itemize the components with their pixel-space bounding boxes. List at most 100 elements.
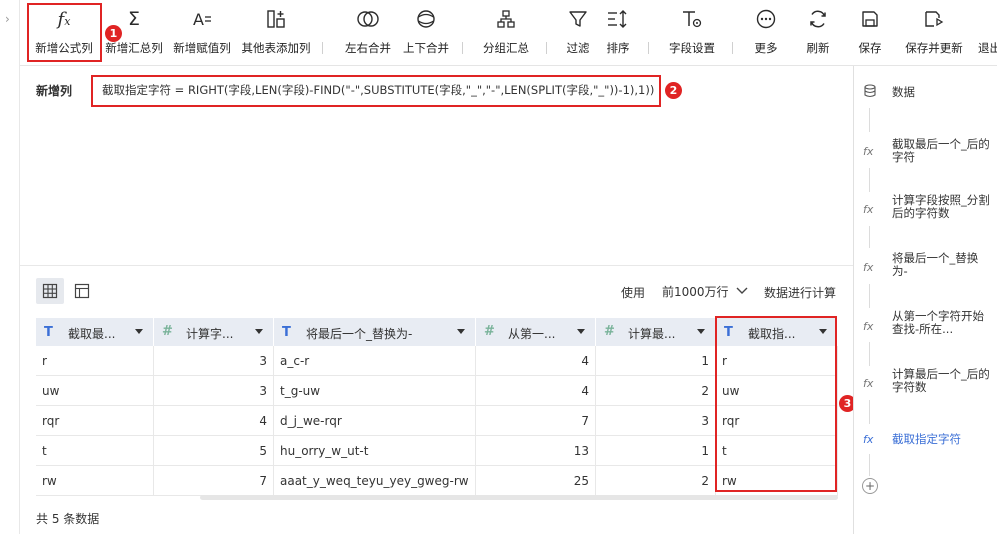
step-item[interactable]: fx 从第一个字符开始查找-所在...	[854, 310, 997, 340]
table-cell[interactable]: 13	[476, 436, 596, 466]
field-settings-button[interactable]: 字段设置	[660, 6, 724, 60]
table-cell[interactable]: 1	[596, 346, 716, 376]
step-connector	[869, 284, 870, 308]
caret-down-icon[interactable]	[697, 329, 705, 334]
caret-down-icon[interactable]	[255, 329, 263, 334]
table-cell[interactable]: 2	[596, 376, 716, 406]
step-item[interactable]: fx 计算最后一个_后的字符数	[854, 368, 997, 398]
merge-horizontal-icon	[356, 6, 380, 32]
table-cell[interactable]: 4	[476, 376, 596, 406]
table-cell[interactable]: 2	[596, 466, 716, 496]
refresh-icon	[808, 6, 828, 32]
table-cell[interactable]: 25	[476, 466, 596, 496]
more-button[interactable]: 更多	[748, 6, 784, 60]
merge-horizontal-button[interactable]: 左右合并	[340, 6, 396, 60]
table-cell[interactable]: a_c-r	[274, 346, 476, 376]
text-type-icon: T	[282, 325, 291, 340]
table-cell[interactable]: d_j_we-rqr	[274, 406, 476, 436]
merge-vertical-button[interactable]: 上下合并	[398, 6, 454, 60]
step-connector	[869, 108, 870, 132]
filter-label: 过滤	[566, 41, 590, 55]
table-cell[interactable]: 4	[476, 346, 596, 376]
column-header[interactable]: # 计算最...	[596, 318, 716, 346]
annotation-number-2: 2	[665, 82, 682, 99]
table-cell[interactable]: 5	[154, 436, 274, 466]
step-connector	[869, 168, 870, 192]
table-cell[interactable]: rqr	[36, 406, 154, 436]
number-type-icon: #	[162, 324, 173, 339]
table-cell[interactable]: 4	[154, 406, 274, 436]
step-item-label: 从第一个字符开始查找-所在...	[892, 309, 984, 336]
save-and-update-button[interactable]: 保存并更新	[902, 6, 966, 60]
caret-down-icon[interactable]	[135, 329, 143, 334]
add-step-button[interactable]: +	[862, 478, 878, 494]
sort-button[interactable]: 排序	[600, 6, 636, 60]
toolbar-divider	[322, 42, 323, 54]
step-item[interactable]: fx 计算字段按照_分割后的字符数	[854, 194, 997, 224]
table-cell[interactable]: t	[36, 436, 154, 466]
merge-vertical-label: 上下合并	[403, 41, 449, 55]
step-item-label: 将最后一个_替换为-	[892, 251, 979, 278]
group-summary-button[interactable]: 分组汇总	[476, 6, 536, 60]
exit-button[interactable]: 退出	[978, 6, 997, 60]
step-item[interactable]: fx 将最后一个_替换为-	[854, 252, 997, 282]
column-header[interactable]: T 将最后一个_替换为-	[274, 318, 476, 346]
sort-icon	[607, 6, 629, 32]
annotation-box-1	[27, 3, 102, 62]
plus-icon: +	[864, 479, 876, 493]
column-header[interactable]: # 从第一...	[476, 318, 596, 346]
table-cell[interactable]: uw	[36, 376, 154, 406]
add-assign-column-button[interactable]: A 新增赋值列	[170, 6, 234, 60]
step-item-active[interactable]: fx 截取指定字符	[854, 430, 997, 450]
toolbar: fx 新增公式列 Σ 新增汇总列 A 新增赋值列 其他表添加列 左右合并 上下合…	[20, 0, 997, 66]
table-cell[interactable]: 7	[154, 466, 274, 496]
horizontal-scrollbar[interactable]	[200, 495, 838, 500]
toolbar-divider	[648, 42, 649, 54]
table-cell[interactable]: 7	[476, 406, 596, 436]
refresh-label: 刷新	[806, 41, 830, 55]
step-item-label: 截取最后一个_后的字符	[892, 137, 990, 164]
table-cell[interactable]: rw	[36, 466, 154, 496]
step-item-data[interactable]: 数据	[854, 80, 997, 104]
column-header[interactable]: T 截取最...	[36, 318, 154, 346]
column-header[interactable]: # 计算字...	[154, 318, 274, 346]
table-cell[interactable]: hu_orry_w_ut-t	[274, 436, 476, 466]
fx-icon: fx	[863, 433, 874, 446]
table-cell[interactable]: t_g-uw	[274, 376, 476, 406]
caret-down-icon[interactable]	[577, 329, 585, 334]
grid-view-button[interactable]	[36, 278, 64, 304]
filter-button[interactable]: 过滤	[560, 6, 596, 60]
merge-horizontal-label: 左右合并	[345, 41, 391, 55]
row-limit-select[interactable]: 前1000万行	[658, 279, 754, 303]
table-cell[interactable]: aaat_y_weq_teyu_yey_gweg-rw	[274, 466, 476, 496]
annotation-box-3	[715, 316, 837, 492]
group-summary-label: 分组汇总	[483, 41, 529, 55]
layout-view-button[interactable]	[68, 278, 96, 304]
add-column-from-other-table-button[interactable]: 其他表添加列	[238, 6, 314, 60]
step-item-label: 计算最后一个_后的字符数	[892, 367, 990, 394]
step-connector	[869, 226, 870, 248]
add-column-icon	[266, 6, 286, 32]
caret-down-icon[interactable]	[457, 329, 465, 334]
table-cell[interactable]: 3	[154, 376, 274, 406]
annotation-number-1: 1	[105, 25, 122, 42]
annotation-box-2	[91, 75, 661, 107]
add-summary-column-label: 新增汇总列	[105, 41, 163, 55]
table-cell[interactable]: 3	[596, 406, 716, 436]
save-button[interactable]: 保存	[852, 6, 888, 60]
save-label: 保存	[858, 41, 882, 55]
add-column-from-other-table-label: 其他表添加列	[241, 41, 311, 55]
table-cell[interactable]: 1	[596, 436, 716, 466]
field-settings-label: 字段设置	[669, 41, 715, 55]
save-and-update-label: 保存并更新	[905, 41, 963, 55]
refresh-button[interactable]: 刷新	[800, 6, 836, 60]
fx-icon: fx	[863, 145, 874, 158]
field-settings-icon	[681, 6, 703, 32]
step-item[interactable]: fx 截取最后一个_后的字符	[854, 136, 997, 166]
table-cell[interactable]: 3	[154, 346, 274, 376]
svg-text:A: A	[193, 10, 204, 29]
group-summary-icon	[496, 6, 516, 32]
sort-label: 排序	[606, 41, 630, 55]
chevron-right-icon[interactable]: ›	[5, 12, 10, 26]
table-cell[interactable]: r	[36, 346, 154, 376]
